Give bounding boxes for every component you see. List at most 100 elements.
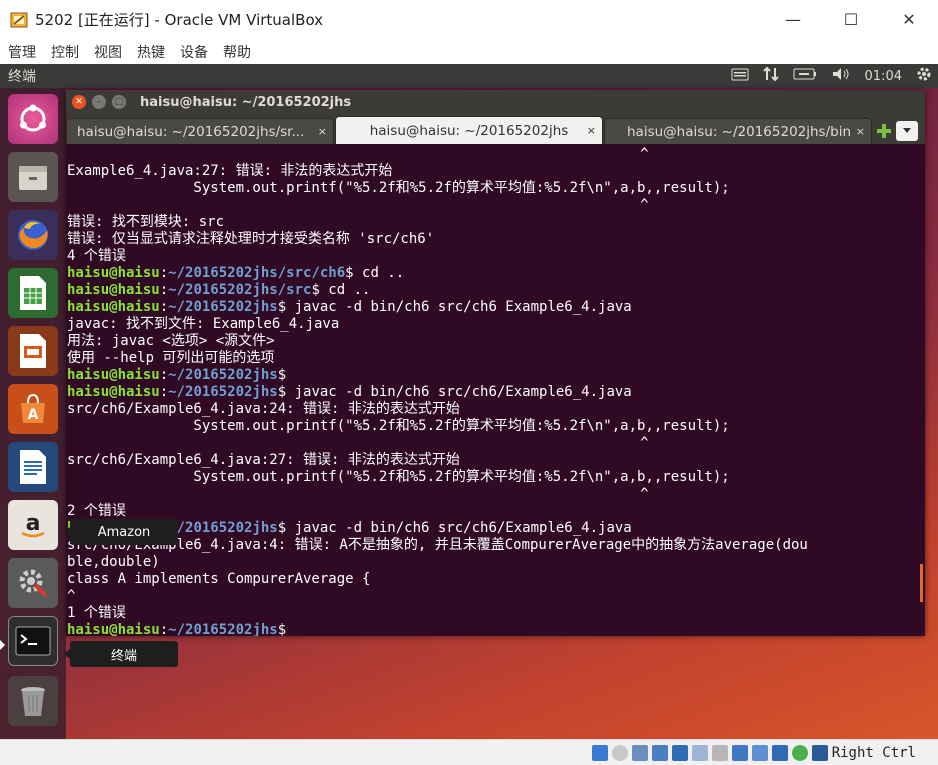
terminal-window: ✕ – □ haisu@haisu: ~/20165202jhs haisu@h… <box>66 90 925 636</box>
prompt-path: ~/20165202jhs <box>168 299 278 315</box>
terminal-output[interactable]: ^ Example6_4.java:27: 错误: 非法的表达式开始 System… <box>66 144 925 636</box>
vbox-menubar: 管理 控制 视图 热键 设备 帮助 <box>0 39 938 64</box>
command-text: $ javac -d bin/ch6 src/ch6/Example6_4.ja… <box>277 384 632 400</box>
menu-manage[interactable]: 管理 <box>8 42 36 62</box>
tab-close-icon[interactable]: × <box>856 125 865 138</box>
ubuntu-dash-icon[interactable] <box>8 94 58 144</box>
clock[interactable]: 01:04 <box>865 69 902 84</box>
tab-menu-chevron-down-icon[interactable] <box>896 121 918 141</box>
terminal-titlebar[interactable]: ✕ – □ haisu@haisu: ~/20165202jhs <box>66 90 925 114</box>
unity-launcher: A a <box>0 88 66 739</box>
network-adapter-icon[interactable] <box>651 744 668 761</box>
output-line: System.out.printf("%5.2f和%5.2f的算术平均值:%5.… <box>67 418 730 434</box>
usb-icon[interactable] <box>671 744 688 761</box>
display-icon[interactable] <box>711 744 728 761</box>
firefox-icon[interactable] <box>8 210 58 260</box>
ubuntu-top-panel: 终端 01:04 <box>0 64 938 88</box>
terminal-maximize-button[interactable]: □ <box>112 95 126 109</box>
tooltip-terminal: 终端 <box>64 641 178 667</box>
running-indicator <box>0 640 5 650</box>
optical-drive-icon[interactable] <box>611 744 628 761</box>
command-text: $ <box>277 622 295 636</box>
menu-view[interactable]: 视图 <box>94 42 122 62</box>
system-settings-icon[interactable] <box>8 558 58 608</box>
tab-label: haisu@haisu: ~/20165202jhs <box>369 122 569 139</box>
ubuntu-software-icon[interactable]: A <box>8 384 58 434</box>
terminal-tab-bar: haisu@haisu: ~/20165202jhs/sr... × haisu… <box>66 114 925 144</box>
tooltip-amazon: Amazon <box>64 519 178 545</box>
files-icon[interactable] <box>8 152 58 202</box>
output-line: ^ <box>67 197 649 213</box>
keyboard-capture-icon[interactable] <box>811 744 828 761</box>
terminal-tab-1[interactable]: haisu@haisu: ~/20165202jhs/sr... × <box>66 118 334 144</box>
terminal-title: haisu@haisu: ~/20165202jhs <box>140 94 352 110</box>
prompt-line: haisu@haisu:~/20165202jhs$ <box>67 367 287 383</box>
tab-close-icon[interactable]: × <box>318 125 327 138</box>
menu-control[interactable]: 控制 <box>51 42 79 62</box>
mouse-integration-icon[interactable] <box>791 744 808 761</box>
menu-hotkeys[interactable]: 热键 <box>137 42 165 62</box>
terminal-icon[interactable] <box>8 616 58 666</box>
output-line: ^ <box>67 435 649 451</box>
prompt-user: haisu@haisu <box>67 265 160 281</box>
prompt-line: haisu@haisu:~/20165202jhs$ javac -d bin/… <box>67 520 925 537</box>
prompt-line: haisu@haisu:~/20165202jhs$ <box>67 622 295 636</box>
prompt-path: ~/20165202jhs <box>168 367 278 383</box>
cpu-icon[interactable] <box>771 744 788 761</box>
battery-icon[interactable] <box>793 68 817 84</box>
terminal-tab-2[interactable]: haisu@haisu: ~/20165202jhs × <box>335 116 603 144</box>
output-line: System.out.printf("%5.2f和%5.2f的算术平均值:%5.… <box>67 180 730 196</box>
terminal-text: ^ Example6_4.java:27: 错误: 非法的表达式开始 System… <box>67 146 925 636</box>
prompt-line: haisu@haisu:~/20165202jhs/src$ cd .. <box>67 282 371 298</box>
prompt-user: haisu@haisu <box>67 622 160 636</box>
minimize-button[interactable]: — <box>764 0 822 39</box>
prompt-path: ~/20165202jhs <box>168 384 278 400</box>
trash-icon[interactable] <box>8 676 58 726</box>
prompt-user: haisu@haisu <box>67 282 160 298</box>
vm-screen-icon[interactable] <box>751 744 768 761</box>
terminal-minimize-button[interactable]: – <box>92 95 106 109</box>
audio-icon[interactable] <box>631 744 648 761</box>
libreoffice-impress-icon[interactable] <box>8 326 58 376</box>
command-text: $ javac -d bin/ch6 src/ch6 Example6_4.ja… <box>277 299 632 315</box>
prompt-line: haisu@haisu:~/20165202jhs$ javac -d bin/… <box>67 384 632 400</box>
output-line: 使用 --help 可列出可能的选项 <box>67 350 275 366</box>
output-line: 1 个错误 <box>67 605 126 621</box>
output-line: ^ <box>67 486 649 502</box>
terminal-tab-3[interactable]: haisu@haisu: ~/20165202jhs/bin × <box>604 118 872 144</box>
network-icon[interactable] <box>762 66 779 86</box>
maximize-button[interactable]: ☐ <box>822 0 880 39</box>
settings-gear-icon[interactable] <box>916 66 932 86</box>
output-line: 4 个错误 <box>67 248 126 264</box>
menu-devices[interactable]: 设备 <box>180 42 208 62</box>
keyboard-icon[interactable] <box>731 67 749 85</box>
vm-screen[interactable]: 终端 01:04 A a ✕ – □ haisu@haisu: ~/201652… <box>0 64 938 739</box>
terminal-close-button[interactable]: ✕ <box>72 95 86 109</box>
close-button[interactable]: ✕ <box>880 0 938 39</box>
tab-close-icon[interactable]: × <box>587 124 596 137</box>
prompt-user: haisu@haisu <box>67 384 160 400</box>
video-capture-icon[interactable] <box>731 744 748 761</box>
amazon-icon[interactable]: a <box>8 500 58 550</box>
menu-help[interactable]: 帮助 <box>223 42 251 62</box>
output-line: ble,double) <box>67 554 160 570</box>
prompt-line: haisu@haisu:~/20165202jhs/src/ch6$ cd .. <box>67 265 405 281</box>
output-line: System.out.printf("%5.2f和%5.2f的算术平均值:%5.… <box>67 469 730 485</box>
output-line: class A implements CompurerAverage { <box>67 571 371 587</box>
prompt-path: ~/20165202jhs/src <box>168 282 312 298</box>
output-line: ^ <box>67 146 649 162</box>
new-tab-plus-icon[interactable] <box>872 118 896 144</box>
libreoffice-calc-icon[interactable] <box>8 268 58 318</box>
terminal-scrollbar[interactable] <box>920 564 923 602</box>
vbox-statusbar: Right Ctrl <box>0 739 938 765</box>
prompt-user: haisu@haisu <box>67 367 160 383</box>
hard-disk-icon[interactable] <box>591 744 608 761</box>
libreoffice-writer-icon[interactable] <box>8 442 58 492</box>
output-line: src/ch6/Example6_4.java:24: 错误: 非法的表达式开始 <box>67 401 460 417</box>
window-title: 5202 [正在运行] - Oracle VM VirtualBox <box>35 11 324 29</box>
shared-folders-icon[interactable] <box>691 744 708 761</box>
volume-icon[interactable] <box>831 67 851 85</box>
tab-label: haisu@haisu: ~/20165202jhs/bin <box>627 123 852 140</box>
output-line: Example6_4.java:27: 错误: 非法的表达式开始 <box>67 163 393 179</box>
command-text: $ cd .. <box>311 282 371 298</box>
